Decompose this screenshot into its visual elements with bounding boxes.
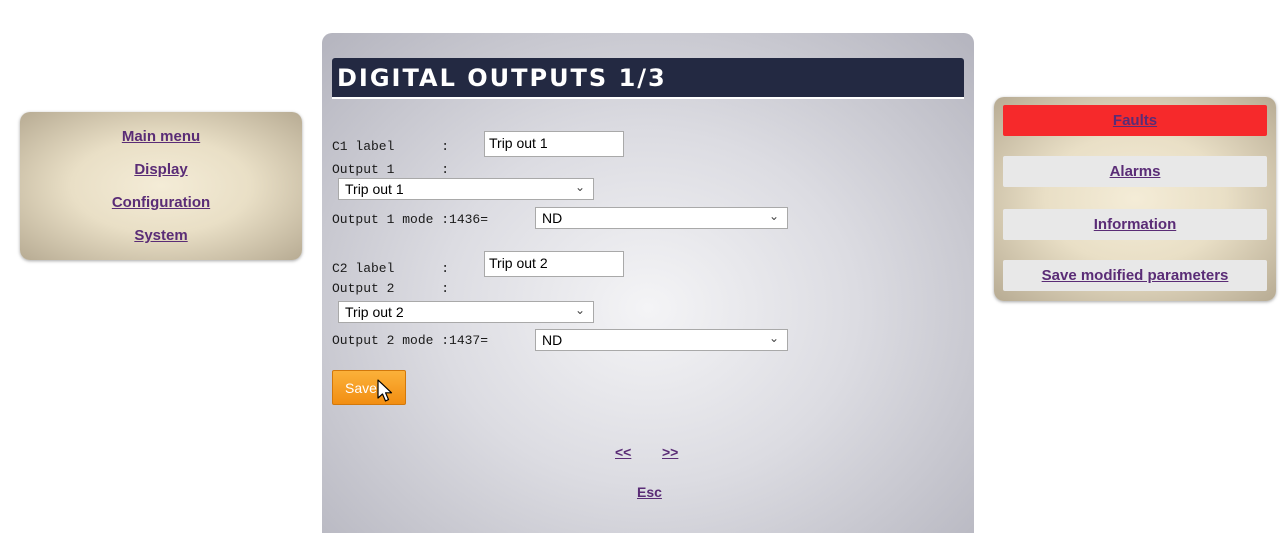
- c1-label-caption: C1 label :: [332, 139, 450, 154]
- output-1-caption: Output 1 :: [332, 162, 450, 177]
- save-button[interactable]: Save: [332, 370, 406, 405]
- output-2-mode-caption: Output 2 mode :1437=: [332, 333, 489, 348]
- mouse-cursor-icon: [377, 379, 393, 402]
- information-button[interactable]: Information: [1003, 209, 1267, 240]
- right-menu-panel: Faults Alarms Information Save modified …: [994, 97, 1276, 301]
- alarms-button[interactable]: Alarms: [1003, 156, 1267, 187]
- chevron-down-icon: ⌄: [574, 180, 585, 194]
- system-link[interactable]: System: [20, 227, 302, 244]
- left-menu-panel: Main menu Display Configuration System: [20, 112, 302, 260]
- configuration-link[interactable]: Configuration: [20, 194, 302, 211]
- chevron-down-icon: ⌄: [768, 209, 779, 223]
- faults-button[interactable]: Faults: [1003, 105, 1267, 136]
- chevron-down-icon: ⌄: [574, 303, 585, 317]
- c2-label-input[interactable]: Trip out 2: [484, 251, 624, 277]
- c1-label-input[interactable]: Trip out 1: [484, 131, 624, 157]
- main-content-panel: DIGITAL OUTPUTS 1/3 C1 label : Trip out …: [322, 33, 974, 533]
- output-2-select-value: Trip out 2: [345, 304, 404, 320]
- save-modified-parameters-button[interactable]: Save modified parameters: [1003, 260, 1267, 291]
- output-2-mode-value: ND: [542, 332, 563, 348]
- c2-label-caption: C2 label :: [332, 261, 450, 276]
- output-1-mode-caption: Output 1 mode :1436=: [332, 212, 489, 227]
- chevron-down-icon: ⌄: [768, 331, 779, 345]
- prev-page-link[interactable]: <<: [615, 444, 631, 460]
- output-2-select[interactable]: Trip out 2 ⌄: [338, 301, 594, 323]
- next-page-link[interactable]: >>: [662, 444, 678, 460]
- output-1-mode-select[interactable]: ND ⌄: [535, 207, 788, 229]
- display-link[interactable]: Display: [20, 161, 302, 178]
- save-button-label: Save: [345, 380, 377, 396]
- output-2-caption: Output 2 :: [332, 281, 450, 296]
- main-menu-link[interactable]: Main menu: [20, 128, 302, 145]
- output-1-select[interactable]: Trip out 1 ⌄: [338, 178, 594, 200]
- page-title: DIGITAL OUTPUTS 1/3: [337, 64, 667, 92]
- page-title-bar: DIGITAL OUTPUTS 1/3: [332, 58, 964, 99]
- output-2-mode-select[interactable]: ND ⌄: [535, 329, 788, 351]
- output-1-select-value: Trip out 1: [345, 181, 404, 197]
- output-1-mode-value: ND: [542, 210, 563, 226]
- esc-link[interactable]: Esc: [637, 484, 662, 500]
